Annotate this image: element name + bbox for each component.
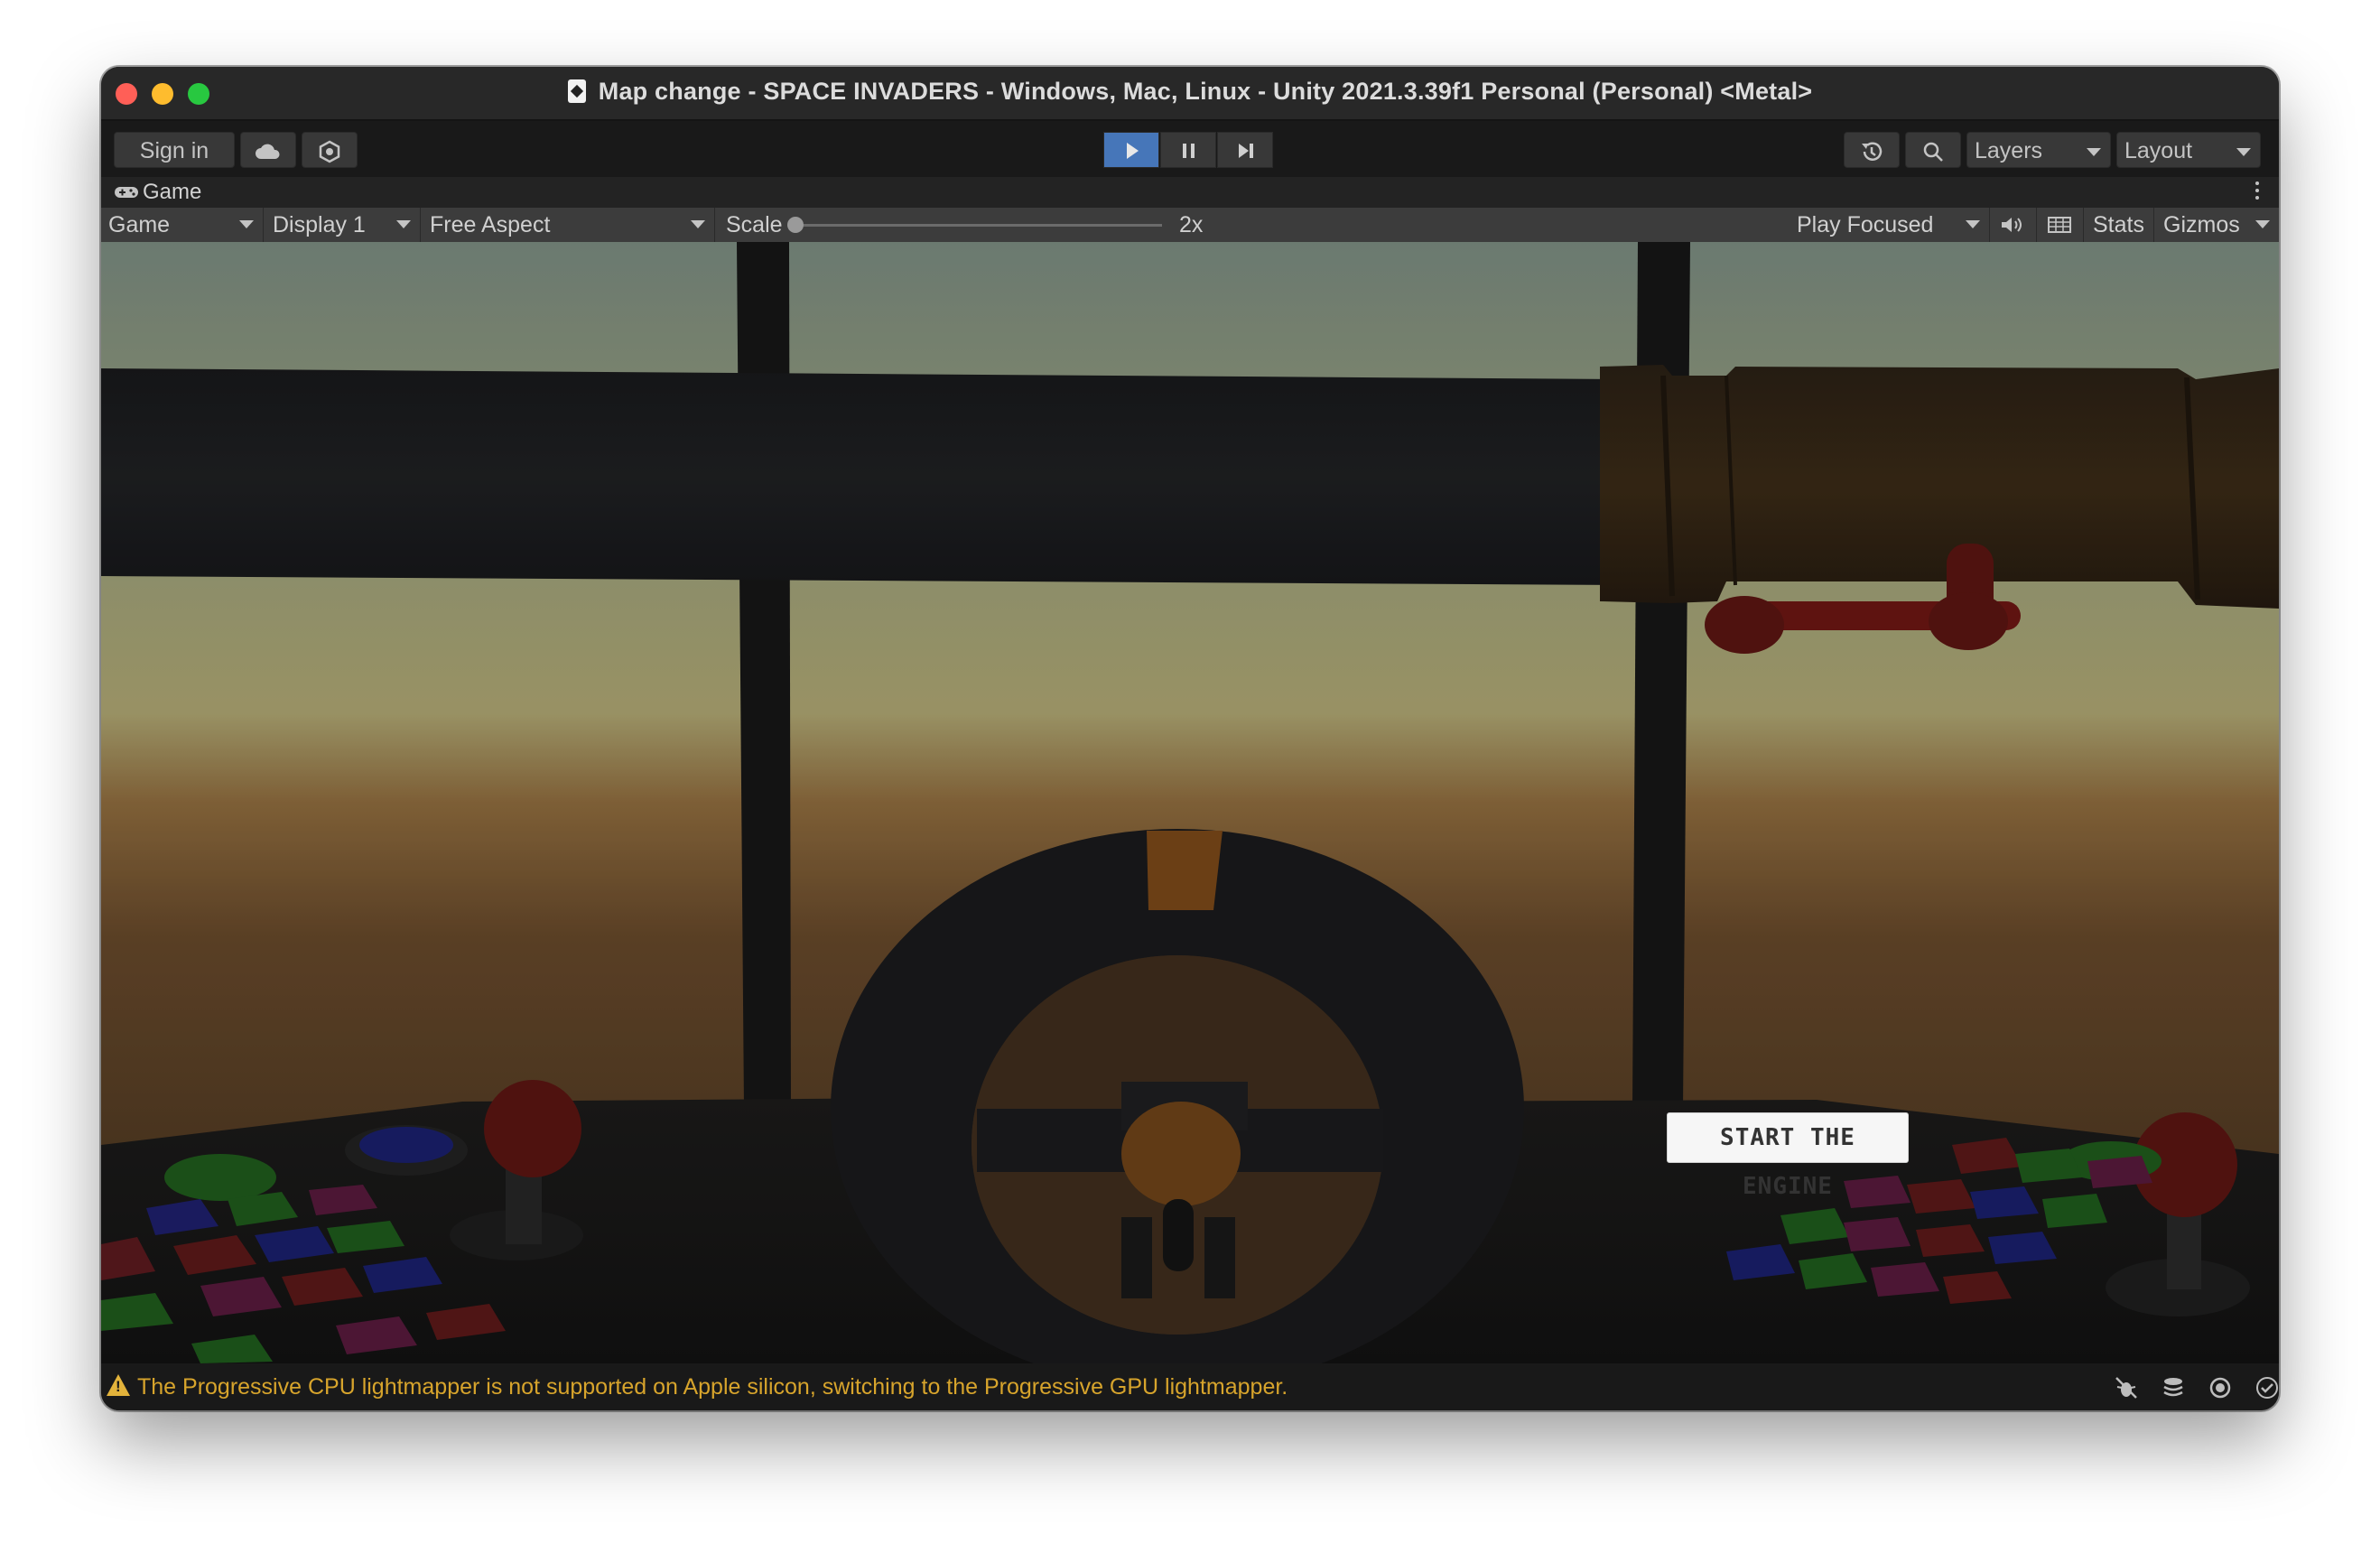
pause-button[interactable]	[1160, 132, 1216, 168]
cloud-icon	[256, 144, 280, 160]
status-bar: The Progressive CPU lightmapper is not s…	[101, 1363, 2279, 1410]
aspect-dropdown[interactable]: Free Aspect	[423, 208, 715, 242]
layers-dropdown[interactable]: Layers	[1966, 132, 2111, 168]
unity-scene-icon	[567, 79, 586, 103]
layout-dropdown[interactable]: Layout	[2116, 132, 2261, 168]
chevron-down-icon	[1966, 220, 1980, 228]
game-viewport[interactable]: START THE ENGINE	[101, 242, 2279, 1363]
cloud-button[interactable]	[240, 132, 296, 168]
chevron-down-icon	[2087, 148, 2101, 156]
collab-button[interactable]	[302, 132, 358, 168]
game-view-toolbar: Game Display 1 Free Aspect Scale 2x Play…	[101, 208, 2279, 243]
bug-off-icon[interactable]	[2113, 1374, 2140, 1401]
game-mode-dropdown[interactable]: Game	[101, 208, 264, 242]
tab-options-menu-icon[interactable]	[2255, 181, 2259, 203]
start-engine-button[interactable]: START THE ENGINE	[1667, 1112, 1909, 1200]
layout-label: Layout	[2124, 138, 2193, 163]
play-icon	[1127, 143, 1139, 159]
stats-button[interactable]: Stats	[2086, 208, 2154, 242]
grid-button[interactable]	[2039, 208, 2084, 242]
chevron-down-icon	[691, 220, 705, 228]
display-dropdown[interactable]: Display 1	[265, 208, 421, 242]
layers-stack-icon[interactable]	[2160, 1374, 2187, 1401]
warning-icon	[107, 1374, 130, 1396]
play-mode-label: Play Focused	[1797, 212, 1934, 237]
search-icon	[1923, 143, 1943, 163]
aspect-label: Free Aspect	[430, 212, 551, 237]
display-label: Display 1	[273, 212, 366, 237]
chevron-down-icon	[239, 220, 254, 228]
scale-slider-handle[interactable]	[787, 217, 804, 233]
gamepad-icon	[115, 187, 138, 198]
scale-value: 2x	[1179, 212, 1204, 237]
chevron-down-icon	[396, 220, 411, 228]
game-tab-bar: Game	[101, 177, 2279, 208]
window-title: Map change - SPACE INVADERS - Windows, M…	[101, 78, 2279, 106]
game-mode-label: Game	[108, 212, 171, 237]
game-scene-render	[101, 242, 2279, 1363]
grid-icon	[2048, 217, 2071, 233]
play-mode-dropdown[interactable]: Play Focused	[1790, 208, 1990, 242]
pause-icon	[1183, 144, 1195, 158]
scale-slider-track[interactable]	[792, 224, 1162, 227]
undo-history-button[interactable]	[1844, 132, 1900, 168]
chevron-down-icon	[2236, 148, 2251, 156]
main-toolbar: Sign in Layers Layout	[101, 121, 2279, 177]
chevron-down-icon	[2255, 220, 2270, 228]
title-bar: Map change - SPACE INVADERS - Windows, M…	[101, 67, 2279, 121]
tab-game[interactable]: Game	[101, 177, 214, 208]
window-title-text: Map change - SPACE INVADERS - Windows, M…	[598, 78, 1813, 105]
step-icon	[1239, 144, 1253, 158]
check-circle-icon[interactable]	[2254, 1374, 2279, 1401]
gizmos-dropdown[interactable]: Gizmos	[2156, 208, 2279, 242]
mute-audio-button[interactable]	[1992, 208, 2037, 242]
collab-icon	[319, 140, 340, 163]
sign-in-button[interactable]: Sign in	[114, 132, 235, 168]
lighting-icon[interactable]	[2207, 1374, 2234, 1401]
audio-icon	[2002, 218, 2022, 232]
gizmos-label: Gizmos	[2163, 212, 2240, 237]
search-button[interactable]	[1905, 132, 1961, 168]
console-status-message[interactable]: The Progressive CPU lightmapper is not s…	[137, 1374, 1288, 1400]
tab-game-label: Game	[143, 180, 202, 204]
unity-editor-window: Map change - SPACE INVADERS - Windows, M…	[101, 67, 2279, 1410]
layers-label: Layers	[1975, 138, 2043, 163]
history-icon	[1862, 142, 1883, 162]
play-button[interactable]	[1103, 132, 1159, 168]
step-button[interactable]	[1217, 132, 1273, 168]
